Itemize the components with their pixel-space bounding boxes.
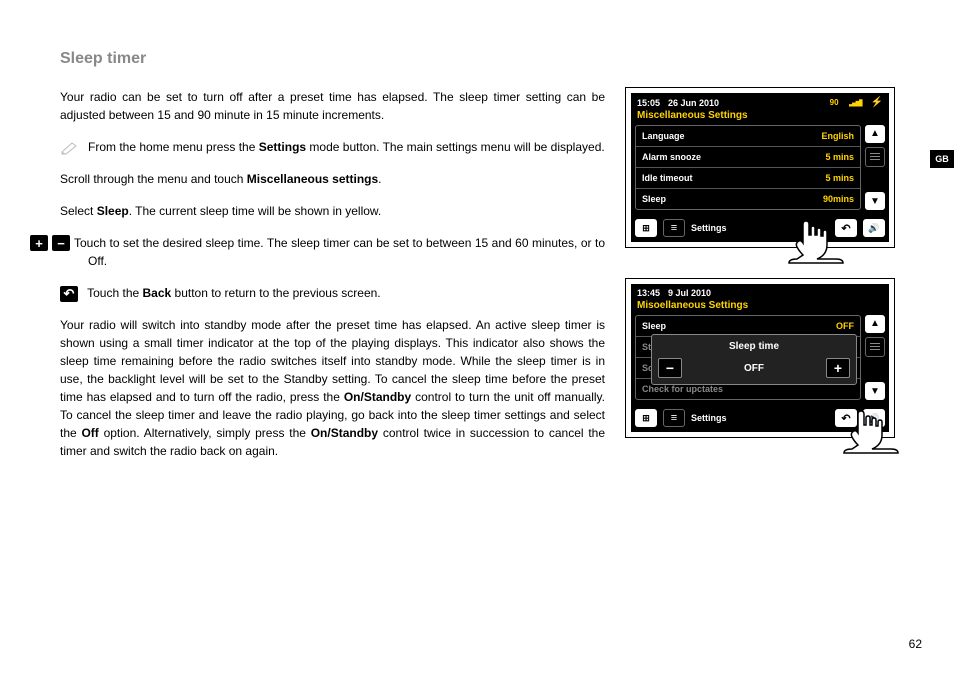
menu-item-label: Alarm snooze: [642, 152, 701, 162]
menu-item-value: OFF: [836, 321, 854, 331]
t: Select: [60, 204, 97, 218]
t: Off: [81, 426, 98, 440]
menu-button[interactable]: ≡: [663, 409, 685, 427]
body-column: Your radio can be set to turn off after …: [60, 88, 605, 460]
t: Miscellaneous settings: [247, 172, 378, 186]
screenshots-column: 15:05 26 Jun 2010 90 ⚡ Miscellaneous Sett…: [625, 87, 900, 468]
plus-button[interactable]: +: [826, 358, 850, 378]
scroll-column: ▲ ▼: [865, 315, 885, 400]
home-button[interactable]: ⊞: [635, 219, 657, 237]
back-button[interactable]: ↶: [835, 409, 857, 427]
menu-item-label: Check for upctates: [642, 384, 723, 394]
volume-button[interactable]: 🔊: [863, 409, 885, 427]
t: Touch to set the desired sleep time. The…: [74, 236, 605, 268]
home-button[interactable]: ⊞: [635, 409, 657, 427]
popup-value: OFF: [744, 363, 764, 374]
t: On/Standby: [344, 390, 411, 404]
page-heading: Sleep timer: [60, 50, 924, 68]
screen-inner: 13:45 9 Jul 2010 Misoellaneous Settings …: [631, 284, 889, 432]
t: Touch the: [87, 286, 142, 300]
menu-item[interactable]: Sleep 90mins: [636, 189, 860, 209]
t: .: [378, 172, 381, 186]
status-bar: 15:05 26 Jun 2010 90 ⚡: [631, 93, 889, 110]
t: Back: [143, 286, 172, 300]
bottom-bar: ⊞ ≡ Settings ↶ 🔊: [631, 214, 889, 242]
t: Settings: [259, 140, 306, 154]
screen-inner: 15:05 26 Jun 2010 90 ⚡ Miscellaneous Sett…: [631, 93, 889, 242]
clock: 15:05: [637, 98, 660, 108]
signal-strength: 90: [830, 98, 839, 107]
menu-item[interactable]: Idle timeout 5 mins: [636, 168, 860, 189]
screen-title: Misoellaneous Settings: [631, 300, 889, 315]
back-icon: ↶: [60, 286, 78, 302]
device-screenshot: 13:45 9 Jul 2010 Misoellaneous Settings …: [625, 278, 895, 438]
bottom-label: Settings: [691, 413, 727, 423]
date: 26 Jun 2010: [668, 98, 719, 108]
page-number: 62: [909, 637, 922, 651]
menu-item-label: Language: [642, 131, 685, 141]
menu-item-value: 5 mins: [825, 173, 854, 183]
menu-item[interactable]: Alarm snooze 5 mins: [636, 147, 860, 168]
scroll-spacer: [865, 361, 885, 379]
t: Scroll through the menu and touch: [60, 172, 247, 186]
para-step1: From the home menu press the Settings mo…: [60, 138, 605, 156]
scroll-up-button[interactable]: ▲: [865, 125, 885, 143]
para-intro: Your radio can be set to turn off after …: [60, 88, 605, 124]
t: mode button. The main settings menu will…: [306, 140, 605, 154]
menu-list: LanguageEnglishAlarm snooze5 minsIdle ti…: [635, 125, 861, 210]
popup-title: Sleep time: [658, 341, 850, 352]
para-step4: + − Touch to set the desired sleep time.…: [60, 234, 605, 270]
menu-item-label: Idle timeout: [642, 173, 693, 183]
back-button[interactable]: ↶: [835, 219, 857, 237]
menu-item[interactable]: Language English: [636, 126, 860, 147]
menu-button[interactable]: ≡: [663, 219, 685, 237]
menu-area: LanguageEnglishAlarm snooze5 minsIdle ti…: [631, 125, 889, 214]
t: button to return to the previous screen.: [171, 286, 380, 300]
t: option. Alternatively, simply press the: [99, 426, 311, 440]
scroll-spacer: [865, 171, 885, 189]
scroll-bars-icon: [865, 147, 885, 167]
t: From the home menu press the: [88, 140, 259, 154]
minus-icon: −: [52, 235, 70, 251]
para-step2: Scroll through the menu and touch Miscel…: [60, 170, 605, 188]
sleep-time-popup: Sleep time − OFF +: [651, 334, 857, 385]
menu-item-value: 5 mins: [825, 152, 854, 162]
menu-item-value: 90mins: [823, 194, 854, 204]
bottom-label: Settings: [691, 223, 727, 233]
gb-tab: GB: [930, 150, 954, 168]
para-long: Your radio will switch into standby mode…: [60, 316, 605, 460]
t: Sleep: [97, 204, 129, 218]
power-icon: ⚡: [871, 97, 883, 108]
date: 9 Jul 2010: [668, 288, 711, 298]
scroll-up-button[interactable]: ▲: [865, 315, 885, 333]
pencil-icon: [60, 141, 80, 155]
para-step3: Select Sleep. The current sleep time wil…: [60, 202, 605, 220]
screen-title: Miscellaneous Settings: [631, 110, 889, 125]
plus-icon: +: [30, 235, 48, 251]
scroll-down-button[interactable]: ▼: [865, 382, 885, 400]
status-bar: 13:45 9 Jul 2010: [631, 284, 889, 300]
scroll-column: ▲ ▼: [865, 125, 885, 210]
bottom-bar: ⊞ ≡ Settings ↶ 🔊: [631, 404, 889, 432]
volume-button[interactable]: 🔊: [863, 219, 885, 237]
minus-button[interactable]: −: [658, 358, 682, 378]
clock: 13:45: [637, 288, 660, 298]
scroll-bars-icon: [865, 337, 885, 357]
t: On/Standby: [311, 426, 378, 440]
t: . The current sleep time will be shown i…: [129, 204, 382, 218]
menu-item-label: Sleep: [642, 321, 666, 331]
menu-item-label: Sleep: [642, 194, 666, 204]
signal-icon: [849, 99, 863, 107]
para-step5: ↶ Touch the Back button to return to the…: [60, 284, 605, 302]
menu-item-value: English: [821, 131, 854, 141]
scroll-down-button[interactable]: ▼: [865, 192, 885, 210]
device-screenshot: 15:05 26 Jun 2010 90 ⚡ Miscellaneous Sett…: [625, 87, 895, 248]
